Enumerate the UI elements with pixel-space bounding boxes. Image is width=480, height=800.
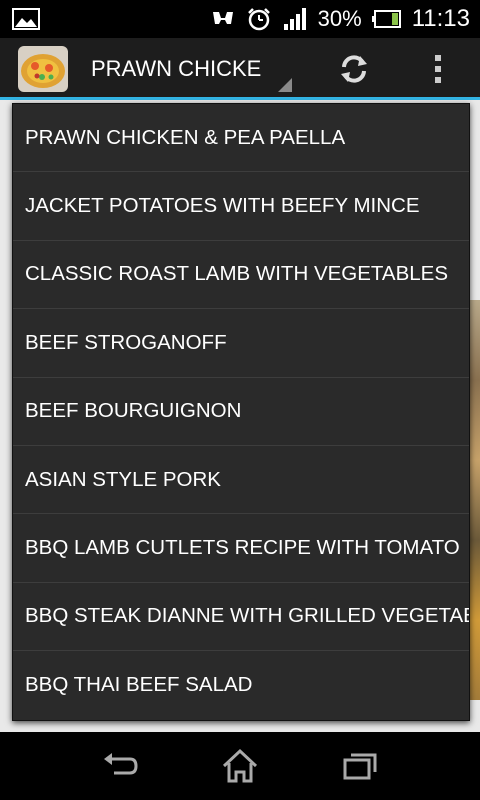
dropdown-item[interactable]: BBQ STEAK DIANNE WITH GRILLED VEGETABLES	[13, 583, 469, 652]
dropdown-item[interactable]: BEEF STROGANOFF	[13, 309, 469, 378]
recipe-spinner[interactable]: PRAWN CHICKEN & PEA PAELLA	[82, 38, 296, 100]
dropdown-item[interactable]: BEEF BOURGUIGNON	[13, 378, 469, 446]
refresh-button[interactable]	[324, 38, 384, 100]
dropdown-item[interactable]: BBQ LAMB CUTLETS RECIPE WITH TOMATO	[13, 514, 469, 583]
recipe-thumbnail[interactable]	[18, 46, 68, 92]
dropdown-item[interactable]: JACKET POTATOES WITH BEEFY MINCE	[13, 172, 469, 241]
alarm-icon	[247, 8, 270, 31]
dropdown-item[interactable]: CLASSIC ROAST LAMB WITH VEGETABLES	[13, 241, 469, 310]
spinner-indicator-icon	[278, 78, 292, 92]
overflow-menu-button[interactable]	[408, 38, 468, 100]
signal-icon	[283, 8, 306, 30]
recent-apps-button[interactable]	[330, 746, 390, 786]
spinner-selected-label: PRAWN CHICKEN & PEA PAELLA	[91, 56, 263, 81]
dropdown-item[interactable]: ASIAN STYLE PORK	[13, 446, 469, 515]
home-button[interactable]	[210, 746, 270, 786]
dropdown-item[interactable]: BBQ THAI BEEF SALAD	[13, 651, 469, 719]
recent-apps-icon	[343, 753, 377, 780]
battery-icon	[371, 10, 401, 28]
overflow-menu-icon	[435, 55, 441, 83]
dropdown-item[interactable]: PRAWN CHICKEN & PEA PAELLA	[13, 104, 469, 173]
home-icon	[222, 748, 258, 783]
refresh-icon	[341, 55, 367, 83]
navigation-bar	[0, 732, 480, 800]
gallery-notification-icon	[12, 8, 40, 30]
back-icon	[104, 753, 138, 775]
clock: 11:13	[411, 5, 470, 32]
battery-percent: 30%	[317, 6, 362, 31]
action-bar: PRAWN CHICKEN & PEA PAELLA	[0, 38, 480, 100]
recipe-dropdown: PRAWN CHICKEN & PEA PAELLA JACKET POTATO…	[12, 103, 470, 721]
back-button[interactable]	[90, 746, 150, 786]
status-bar: 30% 11:13	[0, 0, 480, 38]
controller-icon	[212, 12, 233, 24]
status-icons: 30% 11:13	[210, 0, 470, 38]
